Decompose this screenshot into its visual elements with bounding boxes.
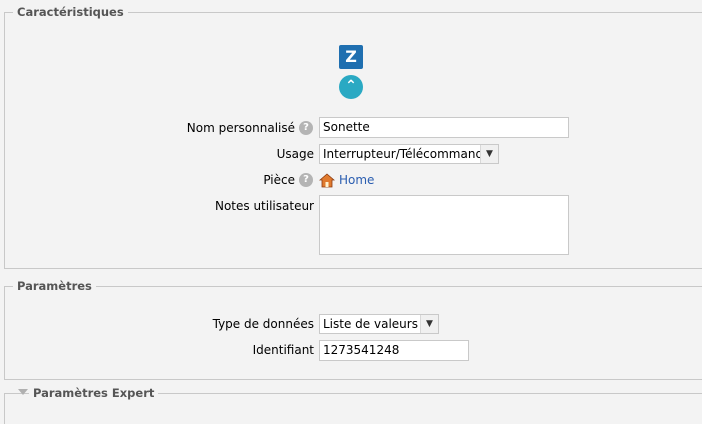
- type-de-donnees-label: Type de données: [212, 317, 314, 331]
- notes-utilisateur-textarea[interactable]: [319, 195, 569, 255]
- parametres-expert-legend[interactable]: Paramètres Expert: [29, 386, 159, 400]
- chevron-down-icon[interactable]: ▼: [420, 315, 438, 333]
- usage-select[interactable]: Interrupteur/Télécommande ▼: [319, 144, 499, 164]
- type-de-donnees-select[interactable]: Liste de valeurs ▼: [319, 314, 439, 334]
- usage-select-value: Interrupteur/Télécommande: [323, 147, 480, 161]
- help-icon[interactable]: ?: [299, 173, 313, 187]
- home-icon: [319, 173, 335, 188]
- piece-link[interactable]: Home: [339, 172, 374, 188]
- chevron-up-icon[interactable]: ⌃: [339, 75, 363, 99]
- caracteristiques-legend: Caractéristiques: [13, 5, 128, 19]
- zibase-logo-icon: Z: [339, 45, 363, 69]
- parametres-expert-section[interactable]: Paramètres Expert: [4, 386, 702, 424]
- nom-personnalise-input[interactable]: Sonette: [319, 117, 569, 138]
- nom-personnalise-label: Nom personnalisé: [186, 121, 295, 135]
- parametres-legend: Paramètres: [13, 279, 96, 293]
- type-de-donnees-value: Liste de valeurs: [323, 317, 418, 331]
- usage-label: Usage: [276, 147, 314, 161]
- identifiant-input[interactable]: 1273541248: [319, 340, 469, 361]
- triangle-down-icon[interactable]: [18, 389, 28, 395]
- help-icon[interactable]: ?: [299, 121, 313, 135]
- piece-label: Pièce: [263, 173, 295, 187]
- identifiant-label: Identifiant: [252, 343, 314, 357]
- notes-utilisateur-label: Notes utilisateur: [214, 199, 314, 213]
- chevron-down-icon[interactable]: ▼: [480, 145, 498, 163]
